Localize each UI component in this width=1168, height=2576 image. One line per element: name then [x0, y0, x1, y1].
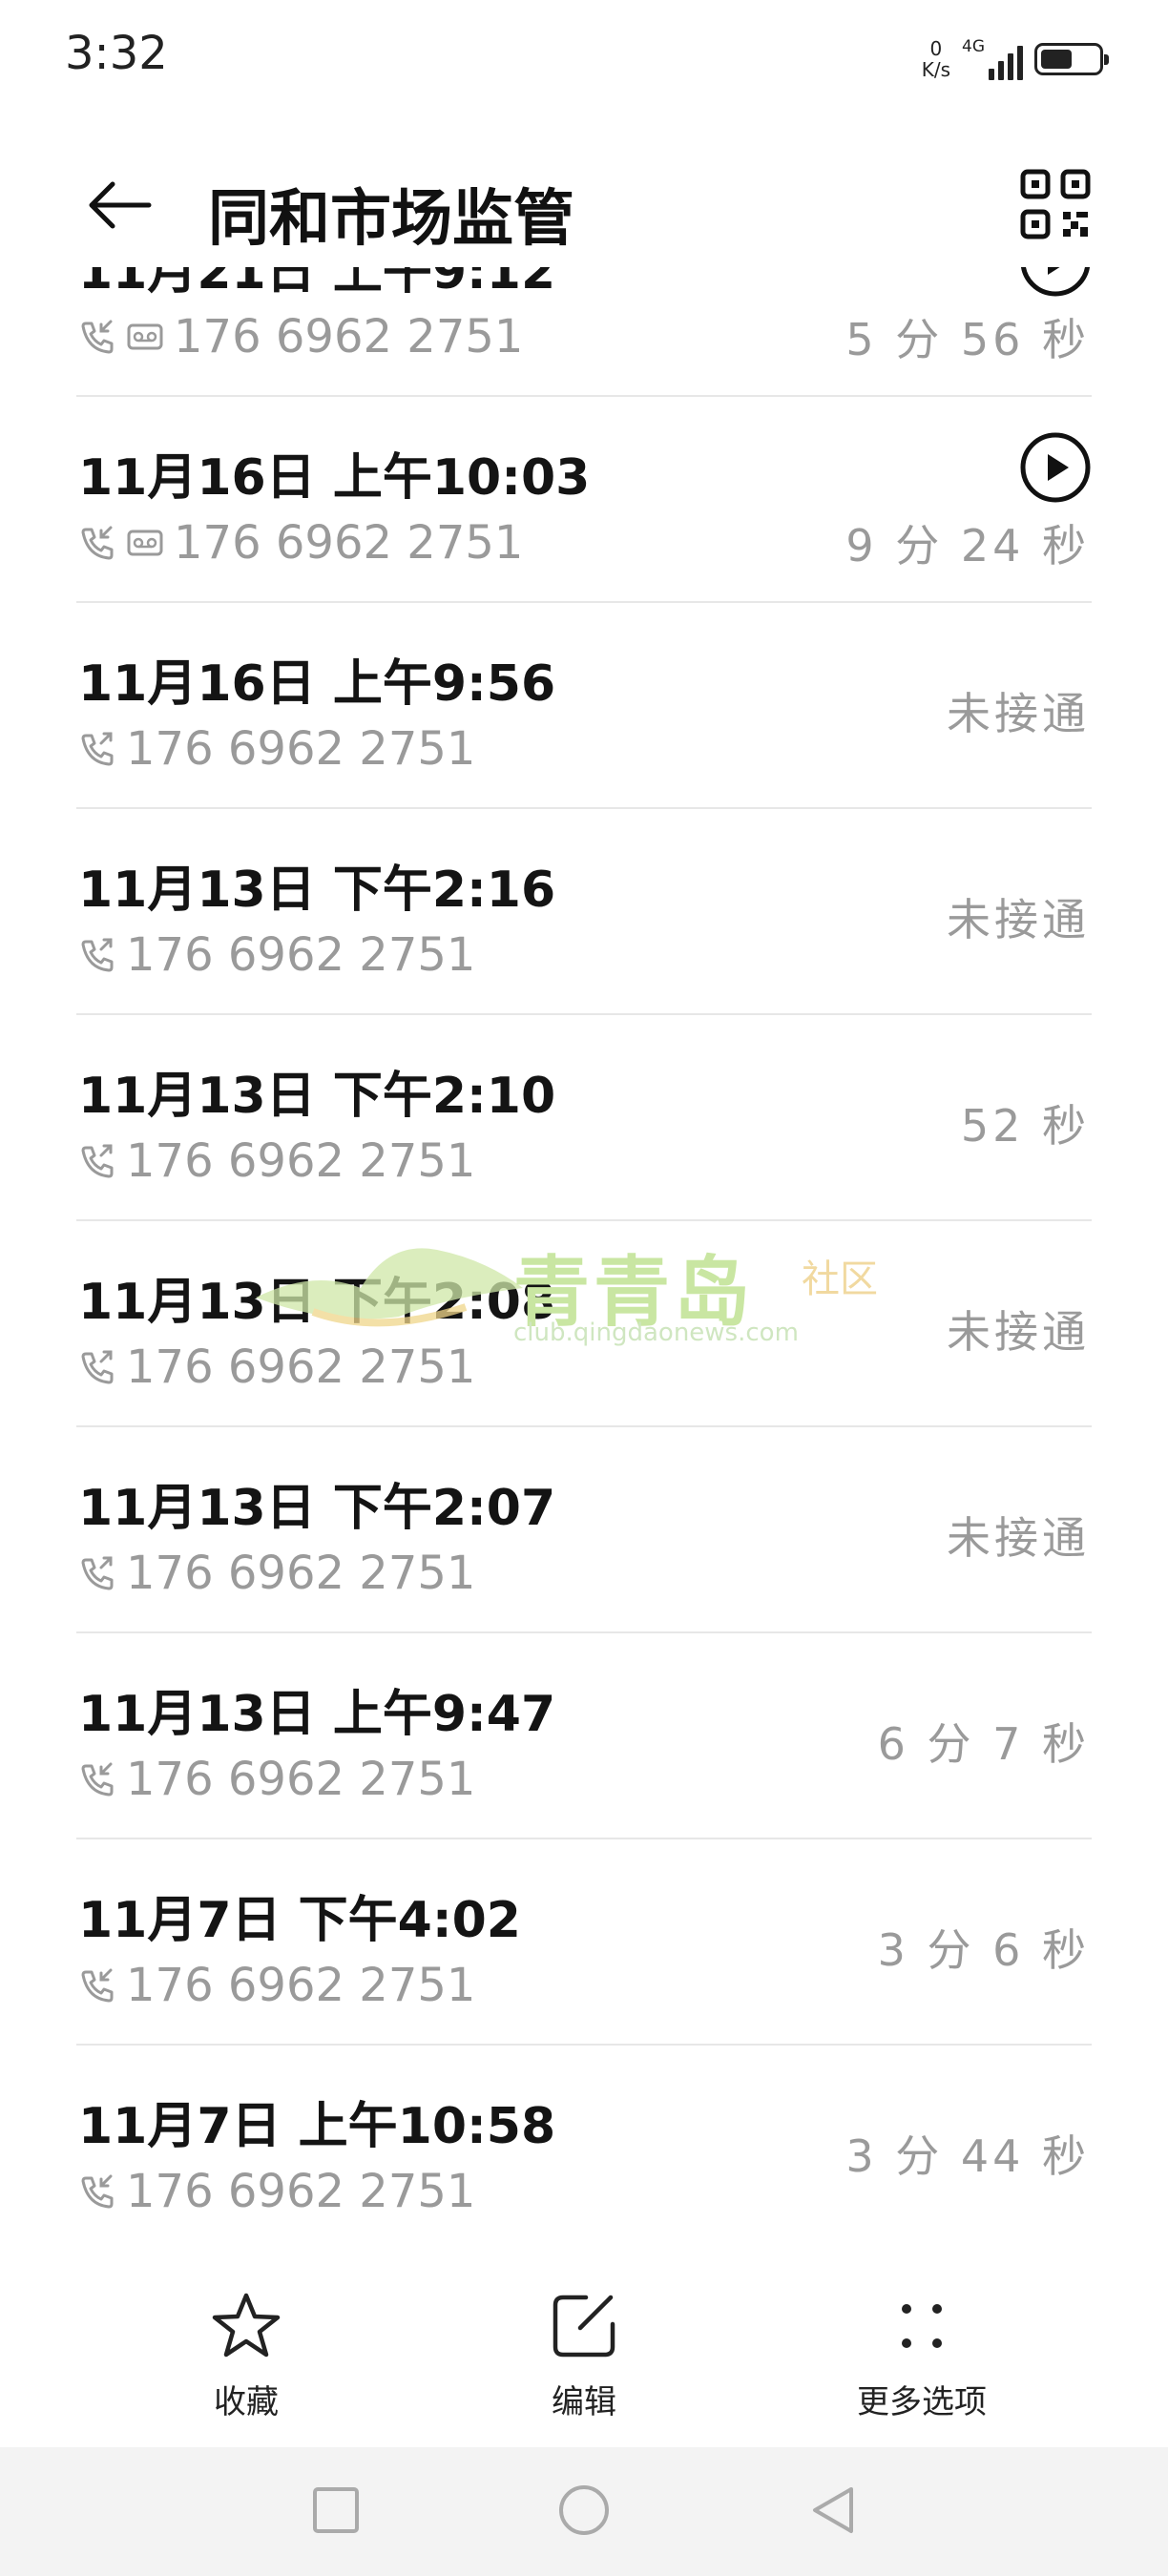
call-duration: 5 分 56 秒 [845, 314, 1090, 365]
call-date: 11月16日 上午9:56 [78, 655, 556, 713]
play-recording-button[interactable] [1019, 431, 1092, 504]
call-duration: 52 秒 [960, 1100, 1090, 1152]
phone-number: 176 6962 2751 [174, 310, 524, 364]
back-button[interactable] [76, 162, 162, 248]
play-circle-icon [1021, 267, 1090, 297]
network-type: 4G [962, 37, 985, 56]
call-detail: 176 6962 2751 [78, 1547, 475, 1600]
status-bar: 3:32 0 K/s 4G [0, 0, 1168, 114]
star-icon [208, 2288, 284, 2364]
bottom-action-bar: 收藏 编辑 更多选项 [0, 2271, 1168, 2447]
call-detail: 176 6962 2751 [78, 1340, 475, 1394]
outgoing-call-icon [78, 1554, 116, 1592]
call-log-item[interactable]: 11月13日 下午2:16 176 6962 2751 未接通 [76, 809, 1092, 1015]
call-date: 11月13日 下午2:08 [78, 1274, 556, 1331]
call-date: 11月13日 上午9:47 [78, 1686, 556, 1743]
page-title: 同和市场监管 [208, 184, 574, 255]
status-indicators: 0 K/s 4G [922, 32, 1109, 86]
incoming-call-icon [78, 318, 116, 356]
edit-icon [546, 2288, 622, 2364]
network-speed-unit: K/s [921, 58, 950, 81]
call-detail: 176 6962 2751 [78, 310, 523, 364]
call-status: 未接通 [947, 688, 1090, 739]
system-navigation-bar [0, 2447, 1168, 2576]
incoming-call-icon [78, 524, 116, 562]
call-status: 未接通 [947, 1306, 1090, 1358]
back-nav-button[interactable] [802, 2480, 863, 2541]
call-duration: 6 分 7 秒 [877, 1718, 1090, 1770]
incoming-call-icon [78, 1966, 116, 2005]
call-detail: 176 6962 2751 [78, 516, 523, 570]
outgoing-call-icon [78, 936, 116, 974]
outgoing-call-icon [78, 1348, 116, 1386]
call-detail: 176 6962 2751 [78, 722, 475, 776]
phone-number: 176 6962 2751 [126, 1340, 476, 1394]
phone-number: 176 6962 2751 [126, 1547, 476, 1600]
call-detail: 176 6962 2751 [78, 1134, 475, 1188]
network-speed-value: 0 [929, 37, 943, 60]
call-log-item[interactable]: 11月13日 上午9:47 176 6962 2751 6 分 7 秒 [76, 1633, 1092, 1839]
play-circle-icon [1020, 432, 1091, 503]
call-status: 未接通 [947, 894, 1090, 945]
favorite-label: 收藏 [214, 2383, 279, 2421]
call-detail: 176 6962 2751 [78, 1753, 475, 1806]
phone-number: 176 6962 2751 [126, 2165, 476, 2218]
phone-number: 176 6962 2751 [126, 722, 476, 776]
call-log-item[interactable]: 11月16日 上午10:03 176 6962 2751 9 分 24 秒 [76, 397, 1092, 603]
phone-number: 176 6962 2751 [126, 1753, 476, 1806]
outgoing-call-icon [78, 1142, 116, 1180]
circle-icon [559, 2485, 609, 2535]
voicemail-icon [126, 524, 164, 562]
call-duration: 9 分 24 秒 [845, 520, 1090, 571]
battery-icon [1034, 43, 1109, 75]
edit-label: 编辑 [552, 2383, 616, 2421]
outgoing-call-icon [78, 730, 116, 768]
call-status: 未接通 [947, 1512, 1090, 1564]
incoming-call-icon [78, 2172, 116, 2211]
more-options-label: 更多选项 [857, 2383, 987, 2421]
call-detail: 176 6962 2751 [78, 2165, 475, 2218]
arrow-left-icon [89, 181, 152, 229]
home-button[interactable] [553, 2480, 615, 2541]
favorite-button[interactable]: 收藏 [141, 2288, 351, 2431]
phone-number: 176 6962 2751 [126, 928, 476, 982]
call-log-item[interactable]: 11月7日 上午10:58 176 6962 2751 3 分 44 秒 [76, 2046, 1092, 2248]
more-dots-icon [884, 2288, 960, 2364]
qr-code-icon [1020, 169, 1091, 239]
call-date: 11月13日 下午2:07 [78, 1480, 556, 1537]
call-date: 11月13日 下午2:16 [78, 862, 556, 919]
header: 同和市场监管 [0, 143, 1168, 267]
signal-strength-icon: 4G [962, 38, 1023, 80]
call-date: 11月13日 下午2:10 [78, 1068, 556, 1125]
voicemail-icon [126, 318, 164, 356]
call-detail: 176 6962 2751 [78, 928, 475, 982]
phone-number: 176 6962 2751 [174, 516, 524, 570]
play-recording-button[interactable] [1019, 267, 1092, 298]
square-icon [313, 2487, 359, 2533]
phone-number: 176 6962 2751 [126, 1959, 476, 2012]
call-log-item[interactable]: 11月21日 上午9:12 176 6962 2751 5 分 56 秒 [76, 267, 1092, 397]
phone-number: 176 6962 2751 [126, 1134, 476, 1188]
more-options-button[interactable]: 更多选项 [817, 2288, 1027, 2431]
call-date: 11月16日 上午10:03 [78, 449, 591, 507]
call-detail: 176 6962 2751 [78, 1959, 475, 2012]
call-log-item[interactable]: 11月13日 下午2:10 176 6962 2751 52 秒 [76, 1015, 1092, 1221]
call-log-item[interactable]: 11月13日 下午2:07 176 6962 2751 未接通 [76, 1427, 1092, 1633]
incoming-call-icon [78, 1760, 116, 1798]
call-date: 11月7日 下午4:02 [78, 1892, 521, 1949]
qr-code-button[interactable] [1019, 168, 1092, 240]
call-duration: 3 分 44 秒 [845, 2130, 1090, 2182]
call-log-item[interactable]: 11月16日 上午9:56 176 6962 2751 未接通 [76, 603, 1092, 809]
recents-button[interactable] [305, 2480, 366, 2541]
call-date: 11月7日 上午10:58 [78, 2098, 556, 2155]
edit-button[interactable]: 编辑 [479, 2288, 689, 2431]
network-speed: 0 K/s [922, 38, 950, 80]
call-date: 11月21日 上午9:12 [78, 267, 556, 301]
call-history-list[interactable]: 11月21日 上午9:12 176 6962 2751 5 分 56 秒 11月… [0, 267, 1168, 2248]
call-log-item[interactable]: 11月7日 下午4:02 176 6962 2751 3 分 6 秒 [76, 1839, 1092, 2046]
status-time: 3:32 [65, 27, 168, 80]
call-log-item[interactable]: 11月13日 下午2:08 176 6962 2751 未接通 [76, 1221, 1092, 1427]
triangle-back-icon [813, 2487, 853, 2533]
call-duration: 3 分 6 秒 [877, 1924, 1090, 1976]
